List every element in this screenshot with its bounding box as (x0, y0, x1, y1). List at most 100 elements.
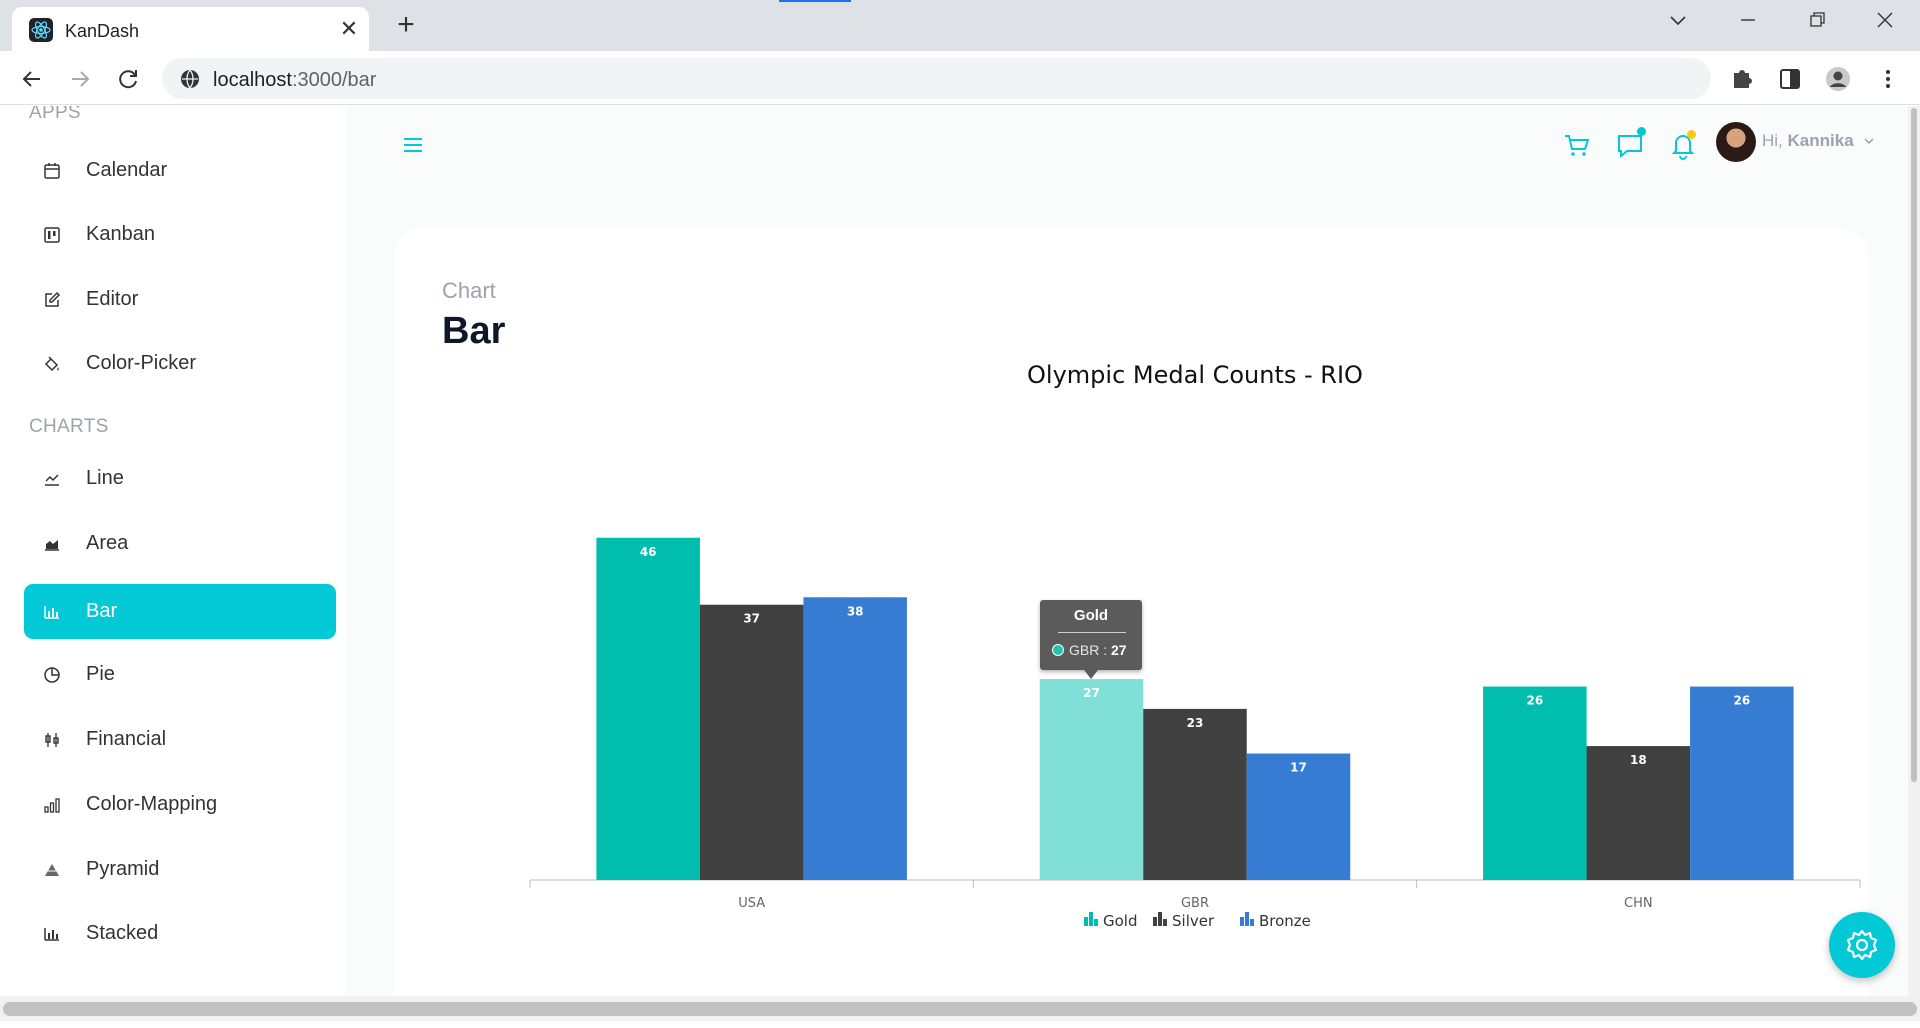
more-menu-icon[interactable] (1873, 64, 1903, 94)
user-name: Kannika (1787, 131, 1854, 150)
tab-close-icon[interactable]: ✕ (336, 16, 362, 42)
restore-icon[interactable] (1802, 10, 1832, 34)
legend-icon-gold (1084, 917, 1088, 926)
legend-icon-bronze (1250, 919, 1254, 926)
reload-icon[interactable] (113, 64, 143, 94)
chat-notification-dot (1637, 127, 1646, 136)
sidebar-item-area[interactable]: Area (24, 516, 336, 571)
browser-tabstrip: KanDash ✕ + (0, 0, 1920, 51)
x-tick-label: CHN (1624, 896, 1653, 911)
financial-icon (42, 730, 62, 750)
legend-icon-silver (1153, 917, 1157, 926)
avatar[interactable] (1716, 122, 1756, 162)
sidebar-item-label: Calendar (86, 159, 168, 181)
data-label: 23 (1187, 716, 1204, 730)
tooltip-title: Gold (1073, 607, 1109, 624)
data-label: 46 (640, 545, 657, 559)
bar-silver-gbr (1143, 708, 1247, 880)
bell-icon[interactable] (1666, 128, 1700, 162)
legend-icon-silver (1163, 919, 1167, 926)
close-window-icon[interactable] (1870, 10, 1900, 34)
vertical-scrollbar[interactable] (1908, 106, 1920, 996)
data-label: 37 (743, 612, 760, 626)
color-mapping-icon (42, 795, 62, 815)
area-chart-icon (42, 534, 62, 554)
bar-gold-usa (596, 537, 700, 880)
chat-icon[interactable] (1613, 127, 1647, 162)
edit-icon (42, 290, 62, 310)
legend-icon-bronze (1240, 917, 1244, 926)
chart-card: Chart Bar Olympic Medal Counts - RIO 46 37… (394, 228, 1868, 1028)
settings-button[interactable] (1829, 912, 1895, 978)
sidebar-item-calendar[interactable]: Calendar (24, 143, 336, 198)
paint-bucket-icon (42, 354, 62, 374)
chevron-down-icon[interactable] (1862, 134, 1876, 148)
sidebar-item-pie[interactable]: Pie (24, 647, 336, 702)
chart-tooltip: Gold GBR : 27 (1040, 600, 1142, 679)
bar-bronze-chn (1690, 686, 1794, 880)
pyramid-icon (42, 860, 62, 880)
legend-icon-gold (1094, 919, 1098, 926)
hamburger-menu-icon[interactable] (398, 130, 428, 160)
address-bar[interactable]: localhost:3000/bar (162, 58, 1711, 99)
tooltip-row: GBR : 27 (1069, 642, 1127, 658)
legend-icon-gold (1089, 912, 1093, 926)
tooltip-series-marker (1052, 644, 1064, 656)
sidebar-item-label: Area (86, 532, 129, 554)
new-tab-plus-icon[interactable]: + (390, 10, 422, 42)
sidebar-item-bar[interactable]: Bar (24, 584, 336, 639)
sidebar-item-financial[interactable]: Financial (24, 712, 336, 767)
site-info-icon[interactable] (178, 67, 202, 91)
sidebar-item-label: Pie (86, 663, 115, 685)
line-chart-icon (42, 469, 62, 489)
profile-icon[interactable] (1823, 64, 1853, 94)
tab-search-chevron-icon[interactable] (1663, 10, 1693, 34)
x-tick-label: GBR (1181, 896, 1209, 911)
data-label: 27 (1083, 686, 1100, 700)
legend-label: Bronze (1259, 912, 1311, 930)
bar-gold-gbr (1039, 679, 1144, 880)
browser-toolbar: localhost:3000/bar (0, 51, 1920, 105)
main-content: Hi, Kannika Chart Bar Olympic Medal Coun… (346, 106, 1908, 1028)
sidebar-item-label: Pyramid (86, 858, 160, 880)
tab-loading-indicator (779, 0, 851, 2)
react-logo-icon (29, 18, 53, 42)
kanban-icon (42, 225, 62, 245)
browser-tab[interactable]: KanDash ✕ (12, 7, 369, 51)
data-label: 38 (847, 604, 864, 618)
bar-gold-chn (1483, 686, 1587, 880)
sidebar-item-stacked[interactable]: Stacked (24, 906, 336, 961)
vertical-scrollbar-thumb[interactable] (1911, 108, 1917, 782)
sidebar-item-color-mapping[interactable]: Color-Mapping (24, 777, 336, 832)
calendar-icon (42, 161, 62, 181)
bar-chart-icon (42, 602, 62, 622)
chart-title: Olympic Medal Counts - RIO (1027, 361, 1363, 389)
sidebar-item-label: Color-Mapping (86, 793, 218, 815)
legend-icon-bronze (1245, 912, 1249, 926)
sidebar-item-pyramid[interactable]: Pyramid (24, 842, 336, 897)
user-greeting[interactable]: Hi, Kannika (1762, 131, 1854, 151)
horizontal-scrollbar[interactable] (0, 996, 1920, 1021)
stacked-chart-icon (42, 924, 62, 944)
legend-label: Silver (1172, 912, 1215, 930)
sidebar-item-kanban[interactable]: Kanban (24, 207, 336, 262)
legend-icon-silver (1158, 912, 1162, 926)
data-label: 26 (1733, 694, 1750, 708)
minimize-icon[interactable] (1733, 10, 1763, 34)
sidebar-item-line[interactable]: Line (24, 451, 336, 506)
horizontal-scrollbar-thumb[interactable] (3, 1002, 1917, 1016)
cart-icon[interactable] (1560, 128, 1594, 162)
back-arrow-icon[interactable] (17, 64, 47, 94)
extensions-puzzle-icon[interactable] (1727, 64, 1757, 94)
sidebar-item-label: Editor (86, 288, 139, 310)
url-text: localhost:3000/bar (213, 69, 377, 91)
legend-label: Gold (1103, 912, 1138, 930)
data-label: 26 (1526, 694, 1543, 708)
forward-arrow-icon[interactable] (65, 64, 95, 94)
sidebar-item-color-picker[interactable]: Color-Picker (24, 336, 336, 391)
sidebar: APPS Calendar Kanban Editor Color-Picker… (0, 106, 346, 996)
tab-title: KanDash (65, 21, 140, 41)
side-panel-icon[interactable] (1775, 64, 1805, 94)
sidebar-section-charts: CHARTS (29, 416, 109, 437)
sidebar-item-editor[interactable]: Editor (24, 272, 336, 327)
